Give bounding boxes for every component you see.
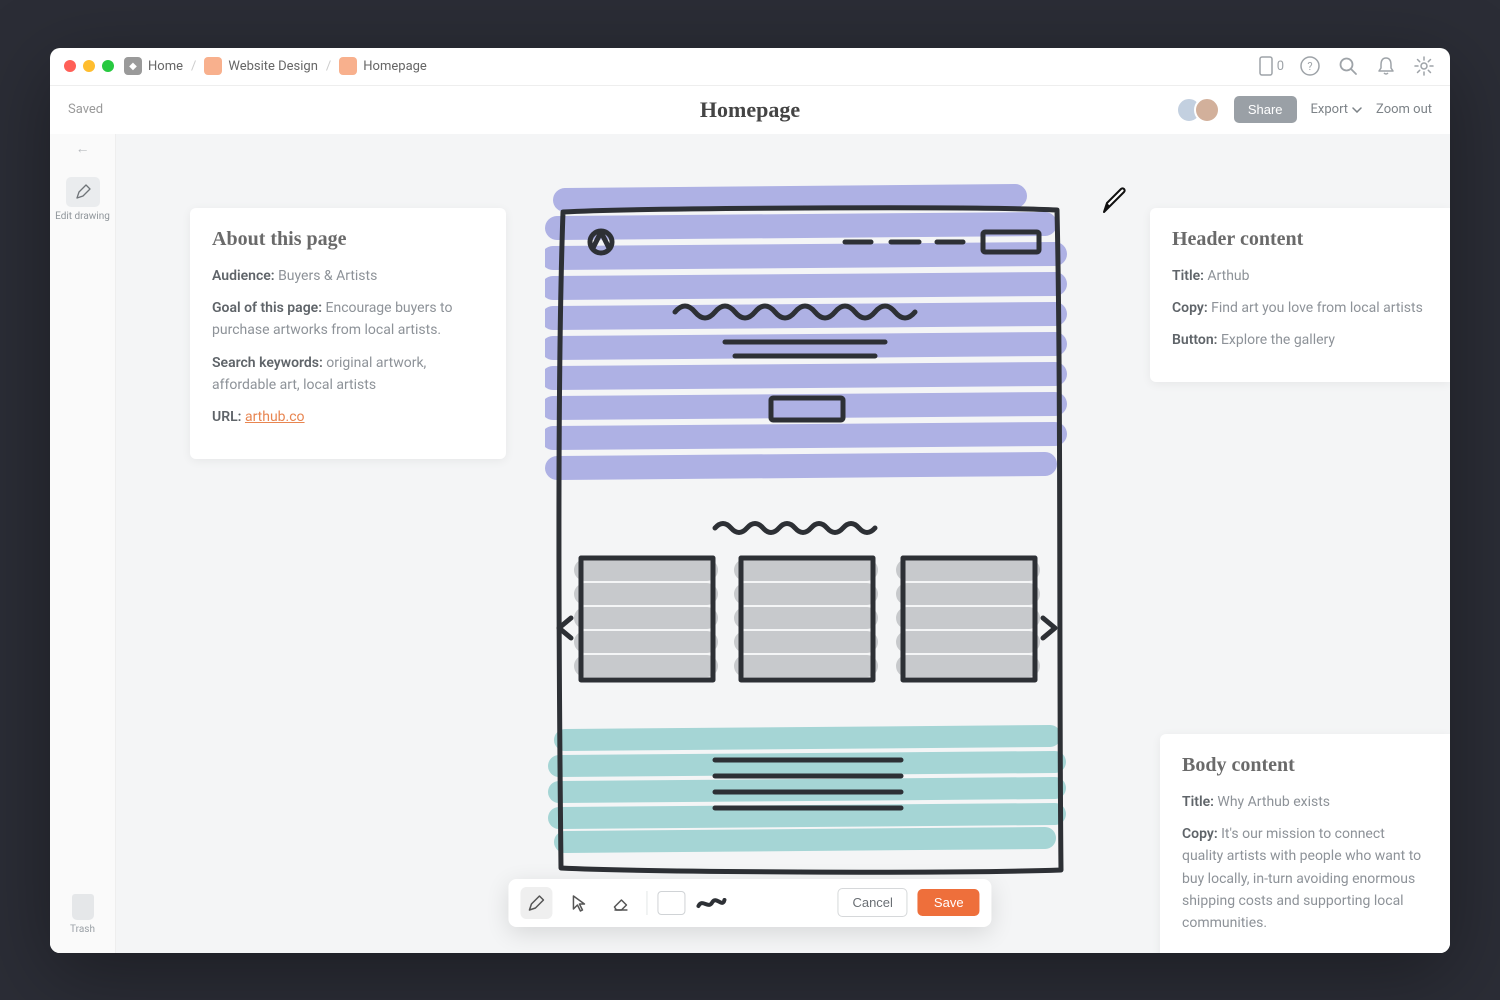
about-card[interactable]: About this page Audience: Buyers & Artis… — [190, 208, 506, 459]
chevron-down-icon — [1352, 107, 1362, 113]
about-goal: Goal of this page: Encourage buyers to p… — [212, 297, 484, 342]
save-button[interactable]: Save — [918, 889, 980, 916]
titlebar-right: 0 ? — [1258, 54, 1436, 78]
pointer-tool[interactable] — [562, 887, 594, 919]
device-icon — [1258, 55, 1274, 77]
project-icon — [204, 57, 222, 75]
export-label: Export — [1311, 102, 1349, 117]
save-status: Saved — [68, 102, 103, 117]
titlebar: ◆ Home / Website Design / Homepage 0 ? — [50, 48, 1450, 86]
share-button[interactable]: Share — [1234, 96, 1297, 123]
breadcrumb-home[interactable]: ◆ Home — [124, 57, 183, 75]
gear-icon[interactable] — [1412, 54, 1436, 78]
export-button[interactable]: Export — [1311, 102, 1363, 117]
breadcrumb-project[interactable]: Website Design — [204, 57, 318, 75]
header-card-title: Title: Arthub — [1172, 265, 1428, 287]
breadcrumb-home-label: Home — [148, 59, 183, 74]
eraser-tool[interactable] — [604, 887, 636, 919]
search-icon[interactable] — [1336, 54, 1360, 78]
page-icon — [339, 57, 357, 75]
canvas-workspace[interactable]: ← Edit drawing Trash About this page Aud… — [50, 134, 1450, 953]
svg-text:?: ? — [1307, 60, 1312, 73]
help-icon[interactable]: ? — [1298, 54, 1322, 78]
breadcrumb-page[interactable]: Homepage — [339, 57, 427, 75]
collapse-rail-icon[interactable]: ← — [76, 140, 90, 157]
window-maximize-icon[interactable] — [102, 60, 114, 72]
body-card-copy: Copy: It's our mission to connect qualit… — [1182, 823, 1428, 935]
breadcrumb-page-label: Homepage — [363, 59, 427, 74]
trash-label: Trash — [70, 924, 95, 935]
body-content-card[interactable]: Body content Title: Why Arthub exists Co… — [1160, 734, 1450, 953]
about-url-link[interactable]: arthub.co — [245, 409, 305, 425]
breadcrumb-project-label: Website Design — [228, 59, 318, 74]
body-card-title: Title: Why Arthub exists — [1182, 791, 1428, 813]
window-minimize-icon[interactable] — [83, 60, 95, 72]
device-count-value: 0 — [1277, 59, 1284, 74]
left-rail: ← Edit drawing Trash — [50, 134, 116, 953]
header-content-card[interactable]: Header content Title: Arthub Copy: Find … — [1150, 208, 1450, 382]
window-traffic-lights — [64, 60, 114, 72]
color-swatch[interactable] — [657, 891, 685, 915]
app-window: ◆ Home / Website Design / Homepage 0 ? — [50, 48, 1450, 953]
pencil-tool[interactable] — [520, 887, 552, 919]
page-title: Homepage — [700, 97, 800, 123]
trash-button[interactable]: Trash — [70, 894, 95, 935]
workspace-icon: ◆ — [124, 57, 142, 75]
bell-icon[interactable] — [1374, 54, 1398, 78]
window-close-icon[interactable] — [64, 60, 76, 72]
about-url: URL: arthub.co — [212, 406, 484, 428]
about-keywords: Search keywords: original artwork, affor… — [212, 352, 484, 397]
subheader-right: Share Export Zoom out — [1176, 96, 1432, 123]
avatar — [1194, 97, 1220, 123]
stroke-style-picker[interactable] — [695, 891, 727, 915]
breadcrumb-sep: / — [326, 59, 331, 74]
pencil-icon — [66, 177, 100, 207]
pencil-cursor-icon — [1100, 186, 1130, 216]
drawing-toolbar: Cancel Save — [508, 879, 991, 927]
zoom-out-button[interactable]: Zoom out — [1376, 102, 1432, 117]
toolbar-divider — [646, 891, 647, 915]
cancel-button[interactable]: Cancel — [837, 888, 907, 917]
header-card-heading: Header content — [1172, 228, 1428, 251]
subheader: Saved Homepage Share Export Zoom out — [50, 86, 1450, 134]
edit-drawing-button[interactable]: Edit drawing — [55, 177, 110, 222]
body-card-heading: Body content — [1182, 754, 1428, 777]
breadcrumb-sep: / — [191, 59, 196, 74]
collaborator-avatars[interactable] — [1176, 97, 1220, 123]
breadcrumb: ◆ Home / Website Design / Homepage — [124, 57, 427, 75]
header-card-copy: Copy: Find art you love from local artis… — [1172, 297, 1428, 319]
trash-icon — [72, 894, 94, 920]
wireframe-sketch[interactable] — [545, 182, 1073, 882]
header-card-button: Button: Explore the gallery — [1172, 329, 1428, 351]
device-indicator[interactable]: 0 — [1258, 55, 1284, 77]
about-heading: About this page — [212, 228, 484, 251]
edit-drawing-label: Edit drawing — [55, 211, 110, 222]
about-audience: Audience: Buyers & Artists — [212, 265, 484, 287]
